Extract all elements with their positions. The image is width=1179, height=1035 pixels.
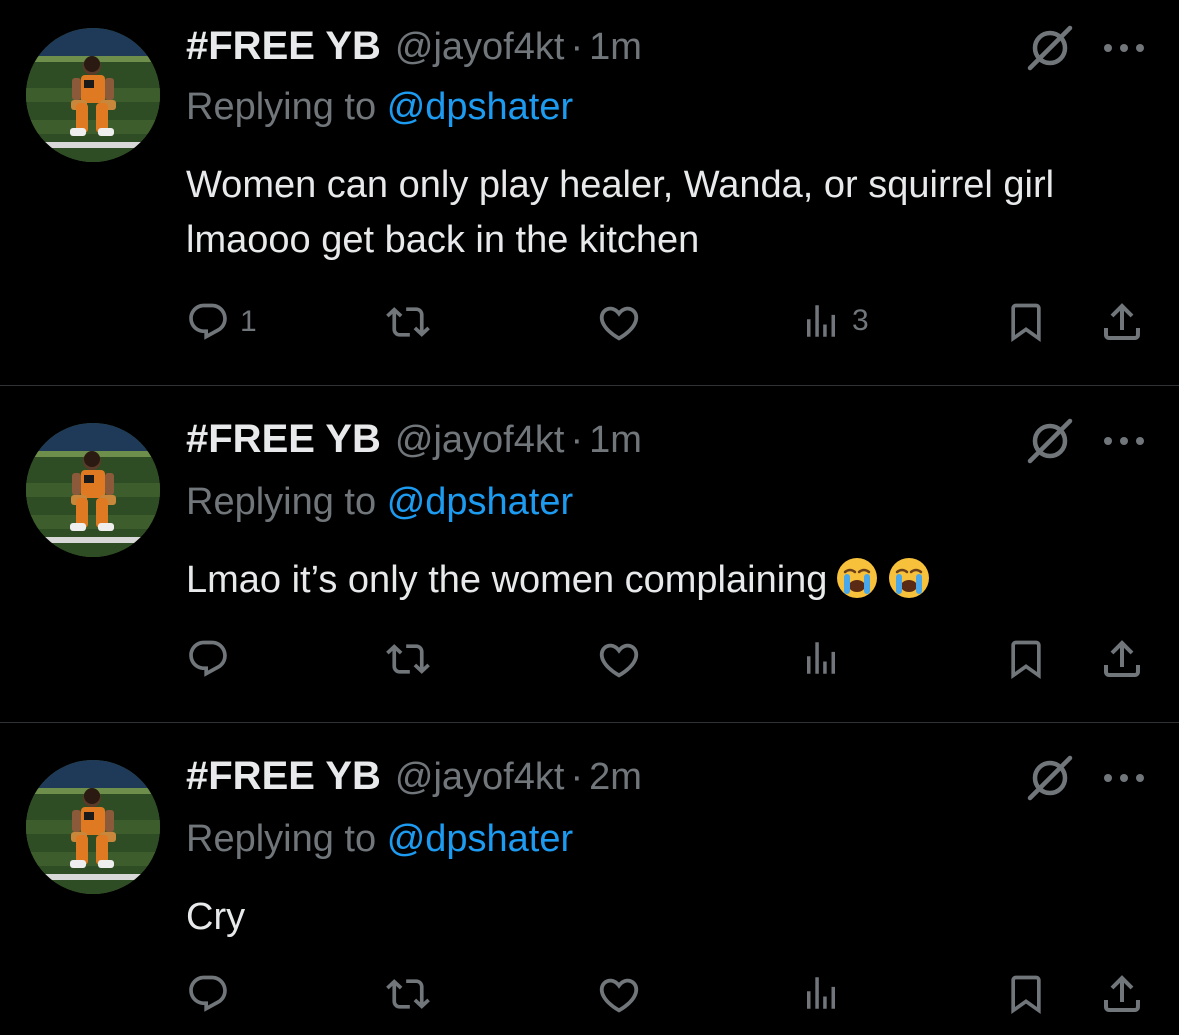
bookmark-icon: [1004, 300, 1048, 344]
share-icon: [1098, 970, 1146, 1018]
retweet-button[interactable]: [386, 637, 430, 681]
share-button[interactable]: [1098, 970, 1146, 1018]
separator-dot: ·: [570, 26, 584, 68]
replying-to: Replying to @dpshater: [186, 818, 573, 861]
tweet[interactable]: #FREE YB @jayof4kt · 1m Replying to @dps…: [0, 387, 1179, 723]
separator-dot: ·: [570, 756, 584, 798]
replying-to-label: Replying to: [186, 86, 377, 128]
grok-icon[interactable]: [1022, 413, 1078, 469]
views-button[interactable]: [800, 637, 842, 679]
loudly-crying-face-icon: [887, 556, 931, 600]
replying-to: Replying to @dpshater: [186, 481, 573, 524]
handle[interactable]: @jayof4kt: [395, 756, 565, 799]
tweet-header: #FREE YB @jayof4kt · 2m: [186, 754, 642, 804]
display-name[interactable]: #FREE YB: [186, 417, 381, 462]
handle[interactable]: @jayof4kt: [395, 26, 565, 69]
tweet-text: Cry: [186, 896, 246, 938]
separator-dot: ·: [570, 419, 584, 461]
heart-icon: [596, 300, 642, 346]
more-icon[interactable]: [1100, 768, 1148, 788]
reply-icon: [186, 637, 230, 681]
more-icon[interactable]: [1100, 431, 1148, 451]
more-icon[interactable]: [1100, 38, 1148, 58]
avatar[interactable]: [26, 423, 160, 557]
views-chart-icon: [800, 637, 842, 679]
timestamp[interactable]: 2m: [589, 756, 642, 799]
timestamp[interactable]: 1m: [589, 419, 642, 462]
mention-link[interactable]: @dpshater: [387, 818, 573, 860]
mention-link[interactable]: @dpshater: [387, 86, 573, 128]
retweet-icon: [386, 972, 430, 1016]
views-button[interactable]: [800, 972, 842, 1014]
heart-icon: [596, 972, 642, 1018]
avatar[interactable]: [26, 28, 160, 162]
reply-icon: [186, 300, 230, 344]
share-button[interactable]: [1098, 635, 1146, 683]
tweet-text: Women can only play healer, Wanda, or sq…: [186, 164, 1055, 261]
reply-icon: [186, 972, 230, 1016]
handle[interactable]: @jayof4kt: [395, 419, 565, 462]
avatar[interactable]: [26, 760, 160, 894]
replying-to: Replying to @dpshater: [186, 86, 573, 129]
display-name[interactable]: #FREE YB: [186, 24, 381, 69]
bookmark-icon: [1004, 972, 1048, 1016]
tweet-text-container: Lmao it’s only the women complaining: [186, 553, 1156, 608]
bookmark-button[interactable]: [1004, 300, 1048, 344]
heart-icon: [596, 637, 642, 683]
like-button[interactable]: [596, 637, 642, 683]
tweet-header: #FREE YB @jayof4kt · 1m: [186, 24, 642, 74]
bookmark-button[interactable]: [1004, 972, 1048, 1016]
tweet[interactable]: #FREE YB @jayof4kt · 2m Replying to @dps…: [0, 724, 1179, 1035]
bookmark-button[interactable]: [1004, 637, 1048, 681]
reply-button[interactable]: 1: [186, 300, 257, 344]
retweet-icon: [386, 300, 430, 344]
like-button[interactable]: [596, 972, 642, 1018]
retweet-button[interactable]: [386, 300, 430, 344]
views-button[interactable]: 3: [800, 300, 869, 342]
grok-icon[interactable]: [1022, 750, 1078, 806]
loudly-crying-face-icon: [835, 556, 879, 600]
timestamp[interactable]: 1m: [589, 26, 642, 69]
tweet-header: #FREE YB @jayof4kt · 1m: [186, 417, 642, 467]
like-button[interactable]: [596, 300, 642, 346]
views-chart-icon: [800, 300, 842, 342]
reply-button[interactable]: [186, 972, 230, 1016]
retweet-icon: [386, 637, 430, 681]
reply-count: 1: [240, 305, 257, 338]
retweet-button[interactable]: [386, 972, 430, 1016]
share-icon: [1098, 298, 1146, 346]
share-button[interactable]: [1098, 298, 1146, 346]
view-count: 3: [852, 304, 869, 337]
bookmark-icon: [1004, 637, 1048, 681]
reply-button[interactable]: [186, 637, 230, 681]
tweet-text: Lmao it’s only the women complaining: [186, 559, 828, 601]
views-chart-icon: [800, 972, 842, 1014]
mention-link[interactable]: @dpshater: [387, 481, 573, 523]
grok-icon[interactable]: [1022, 20, 1078, 76]
share-icon: [1098, 635, 1146, 683]
replying-to-label: Replying to: [186, 818, 377, 860]
tweet[interactable]: #FREE YB @jayof4kt · 1m Replying to @dps…: [0, 0, 1179, 386]
display-name[interactable]: #FREE YB: [186, 754, 381, 799]
replying-to-label: Replying to: [186, 481, 377, 523]
